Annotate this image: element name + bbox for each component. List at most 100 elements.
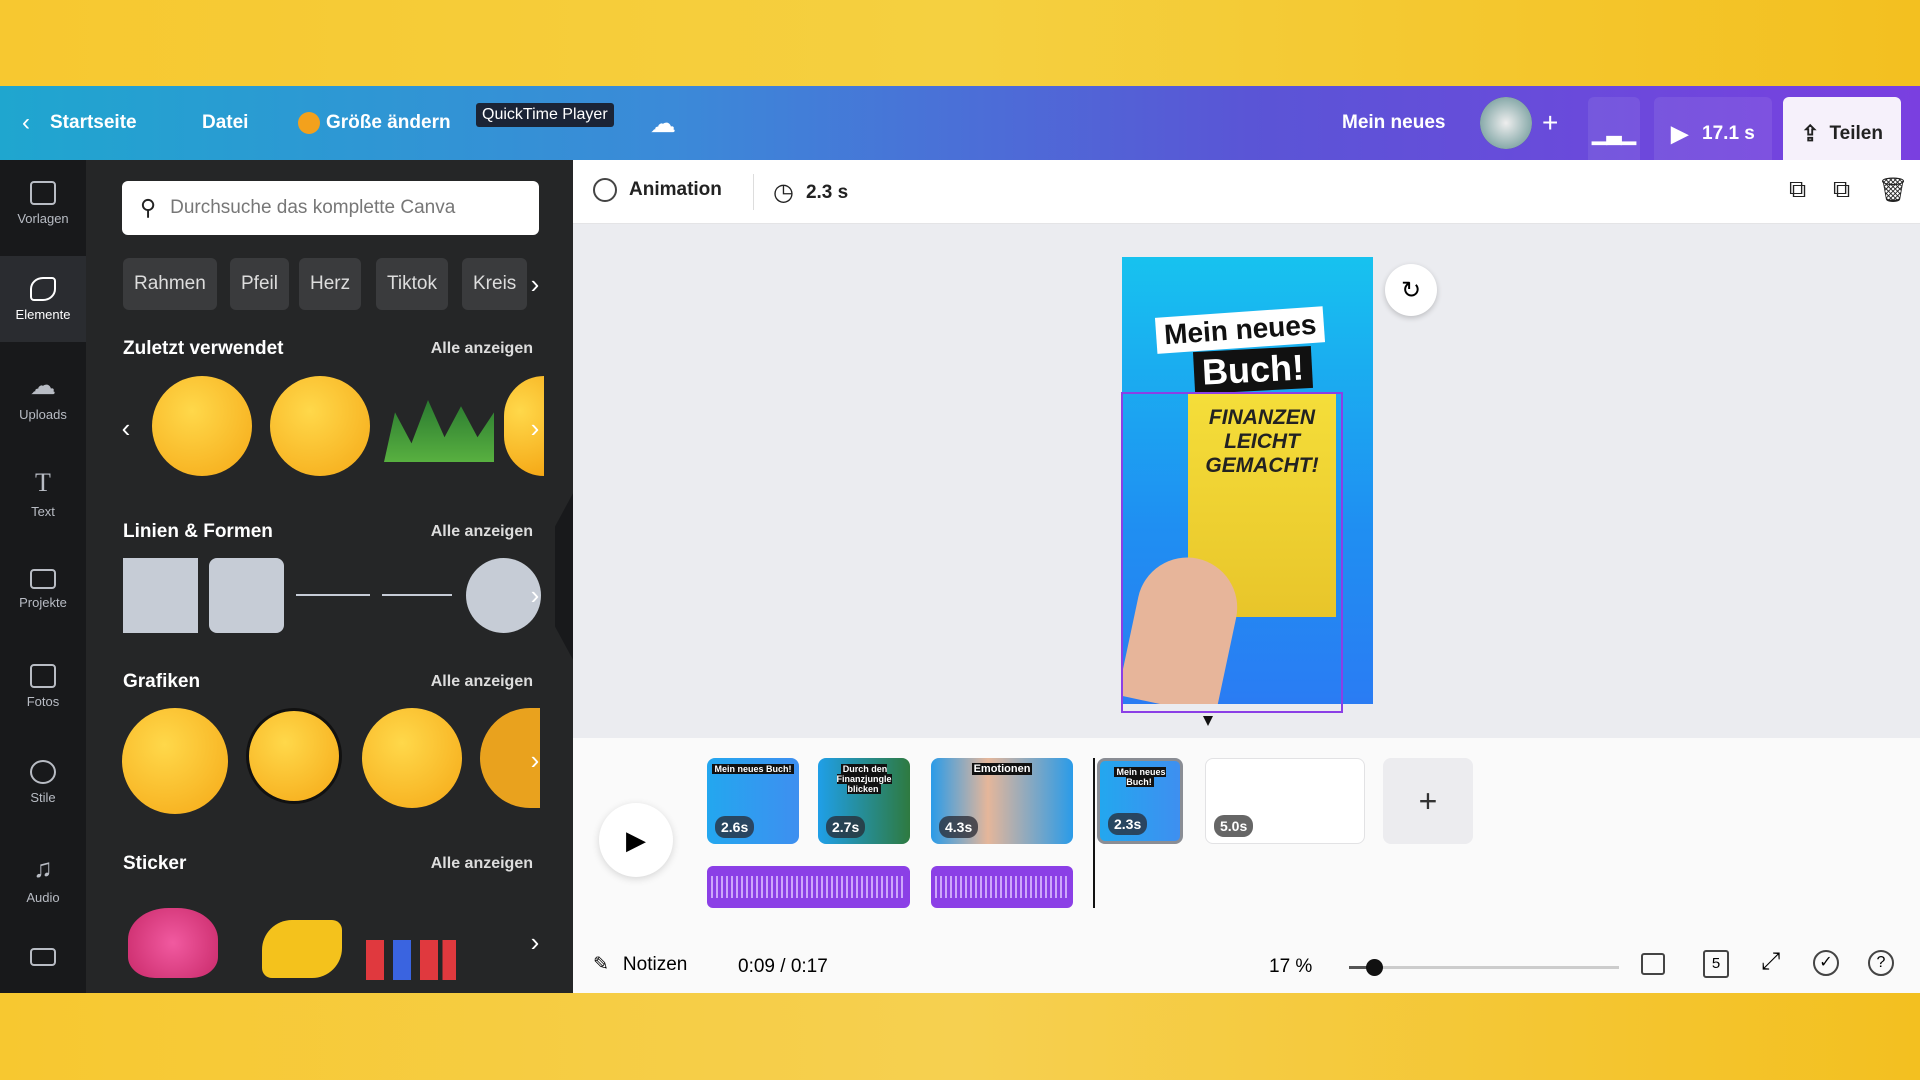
section-title: Sticker bbox=[123, 853, 187, 874]
grid-view-icon[interactable] bbox=[1641, 953, 1665, 975]
surprised-emoji[interactable] bbox=[270, 376, 370, 476]
chip-kreis[interactable]: Kreis bbox=[462, 258, 528, 310]
chip-rahmen[interactable]: Rahmen bbox=[123, 258, 217, 310]
project-title[interactable]: Mein neues bbox=[1342, 86, 1445, 160]
search-input[interactable]: ⚲ Durchsuche das komplette Canva bbox=[122, 181, 539, 235]
section-title: Grafiken bbox=[123, 671, 201, 692]
sidebar-item-stile[interactable]: Stile bbox=[0, 739, 86, 825]
duration-button[interactable]: ◷ 2.3 s bbox=[773, 178, 848, 207]
file-menu[interactable]: Datei bbox=[202, 86, 248, 160]
playhead-marker[interactable] bbox=[1203, 716, 1213, 726]
chevron-right-icon[interactable]: › bbox=[521, 740, 549, 780]
sad-emoji[interactable] bbox=[122, 708, 228, 814]
check-icon[interactable]: ✓ bbox=[1813, 950, 1839, 976]
chevron-right-icon[interactable]: › bbox=[521, 575, 549, 615]
see-all-link[interactable]: Alle anzeigen bbox=[431, 855, 533, 873]
timeline-play-button[interactable]: ▶ bbox=[599, 803, 673, 877]
chevron-right-icon[interactable]: › bbox=[521, 408, 549, 448]
design-title-line2[interactable]: Buch! bbox=[1192, 345, 1314, 395]
canvas-area: Mein neues Buch! FINANZEN LEICHT GEMACHT… bbox=[573, 224, 1920, 738]
timeline-clip-empty[interactable]: 5.0s bbox=[1205, 758, 1365, 844]
avatar[interactable] bbox=[1480, 97, 1532, 149]
timeline: ▶ Mein neues Buch! 2.6s Durch den Finanzj… bbox=[573, 738, 1920, 993]
animation-icon bbox=[593, 178, 617, 202]
timeline-clip-selected[interactable]: Mein neues Buch! 2.3s bbox=[1097, 758, 1183, 844]
arrow-line-shape[interactable] bbox=[382, 594, 452, 596]
sidebar-item-vorlagen[interactable]: Vorlagen bbox=[0, 160, 86, 246]
see-all-link[interactable]: Alle anzeigen bbox=[431, 523, 533, 541]
help-icon[interactable]: ? bbox=[1868, 950, 1894, 976]
desktop-background-bottom bbox=[0, 993, 1920, 1080]
square-shape[interactable] bbox=[123, 558, 198, 633]
notes-button[interactable]: ✎ Notizen bbox=[593, 953, 687, 976]
cloud-upload-icon: ☁ bbox=[30, 370, 56, 400]
timeline-clip[interactable]: Durch den Finanzjungle blicken 2.7s bbox=[818, 758, 910, 844]
line-shape[interactable] bbox=[296, 594, 370, 596]
playhead[interactable] bbox=[1093, 758, 1095, 908]
bar-chart-sticker[interactable] bbox=[366, 940, 456, 980]
sidebar-item-projekte[interactable]: Projekte bbox=[0, 546, 86, 632]
photo-icon bbox=[30, 663, 56, 688]
clip-caption: Mein neues Buch! bbox=[1114, 767, 1166, 787]
elements-panel: ⚲ Durchsuche das komplette Canva Rahmen P… bbox=[86, 160, 573, 993]
music-note-icon: ♫ bbox=[33, 853, 53, 883]
tooltip: QuickTime Player bbox=[476, 103, 614, 127]
sidebar-item-text[interactable]: T Text bbox=[0, 450, 86, 536]
audio-track[interactable] bbox=[707, 866, 910, 908]
chip-tiktok[interactable]: Tiktok bbox=[376, 258, 448, 310]
sidebar-item-elemente[interactable]: Elemente bbox=[0, 256, 86, 342]
bar-chart-icon: ▁▃▁ bbox=[1592, 123, 1636, 145]
duplicate-page-icon[interactable]: ⧉ bbox=[1833, 176, 1850, 204]
timeline-clip[interactable]: Emotionen 4.3s bbox=[931, 758, 1073, 844]
chip-herz[interactable]: Herz bbox=[299, 258, 362, 310]
templates-icon bbox=[30, 180, 56, 205]
page-count-button[interactable]: 5 bbox=[1703, 950, 1729, 978]
shapes-icon bbox=[30, 276, 56, 301]
zoom-percent[interactable]: 17 % bbox=[1269, 956, 1312, 978]
crown-icon bbox=[298, 112, 320, 134]
chevron-right-icon[interactable]: › bbox=[521, 264, 549, 304]
top-bar: ‹ Startseite Datei Größe ändern QuickTime… bbox=[0, 86, 1920, 171]
fist-sticker[interactable] bbox=[262, 920, 342, 978]
upload-icon: ⇪ bbox=[1801, 121, 1820, 146]
laughing-emoji[interactable] bbox=[246, 708, 342, 804]
plant-graphic[interactable] bbox=[384, 400, 494, 462]
see-all-link[interactable]: Alle anzeigen bbox=[431, 340, 533, 358]
fullscreen-icon[interactable]: ⤢ bbox=[1761, 948, 1780, 976]
chevron-left-icon[interactable]: ‹ bbox=[112, 408, 140, 448]
thinking-emoji[interactable] bbox=[152, 376, 252, 476]
refresh-comment-icon[interactable]: ↻ bbox=[1385, 264, 1437, 316]
see-all-link[interactable]: Alle anzeigen bbox=[431, 673, 533, 691]
resize-button[interactable]: Größe ändern bbox=[298, 86, 451, 160]
notes-icon: ✎ bbox=[593, 954, 609, 975]
back-home-button[interactable]: ‹ Startseite bbox=[22, 86, 137, 160]
audio-track[interactable] bbox=[931, 866, 1073, 908]
text-icon: T bbox=[35, 467, 51, 497]
rounded-square-shape[interactable] bbox=[209, 558, 284, 633]
canvas-toolbar: Animation ◷ 2.3 s ⧉ ⧉ 🗑 bbox=[573, 160, 1920, 224]
time-readout: 0:09 / 0:17 bbox=[738, 956, 828, 977]
chip-pfeil[interactable]: Pfeil bbox=[230, 258, 289, 310]
delete-page-icon[interactable]: 🗑 bbox=[1878, 176, 1908, 205]
animation-button[interactable]: Animation bbox=[593, 178, 722, 202]
sidebar-item-fotos[interactable]: Fotos bbox=[0, 643, 86, 729]
thinking-emoji[interactable] bbox=[362, 708, 462, 808]
add-page-button[interactable]: + bbox=[1383, 758, 1473, 844]
section-title: Linien & Formen bbox=[123, 521, 273, 542]
roast-chicken-sticker[interactable] bbox=[128, 908, 218, 978]
chevron-right-icon[interactable]: › bbox=[521, 922, 549, 962]
zoom-slider-handle[interactable] bbox=[1366, 959, 1384, 976]
collapse-panel-handle[interactable] bbox=[555, 493, 573, 660]
clip-caption: Emotionen bbox=[971, 763, 1033, 775]
sidebar-item-uploads[interactable]: ☁ Uploads bbox=[0, 353, 86, 439]
cloud-saved-icon[interactable]: ☁ bbox=[650, 86, 676, 160]
timeline-clip[interactable]: Mein neues Buch! 2.6s bbox=[707, 758, 799, 844]
add-page-icon[interactable]: ⧉ bbox=[1789, 176, 1806, 204]
add-collaborator-icon[interactable]: + bbox=[1542, 107, 1558, 139]
zoom-slider[interactable] bbox=[1349, 959, 1619, 976]
sidebar-item-audio[interactable]: ♫ Audio bbox=[0, 836, 86, 922]
selection-box[interactable] bbox=[1121, 392, 1343, 713]
clip-caption: Mein neues Buch! bbox=[712, 764, 794, 774]
palette-icon bbox=[30, 759, 56, 784]
play-icon: ▶ bbox=[1671, 121, 1689, 146]
